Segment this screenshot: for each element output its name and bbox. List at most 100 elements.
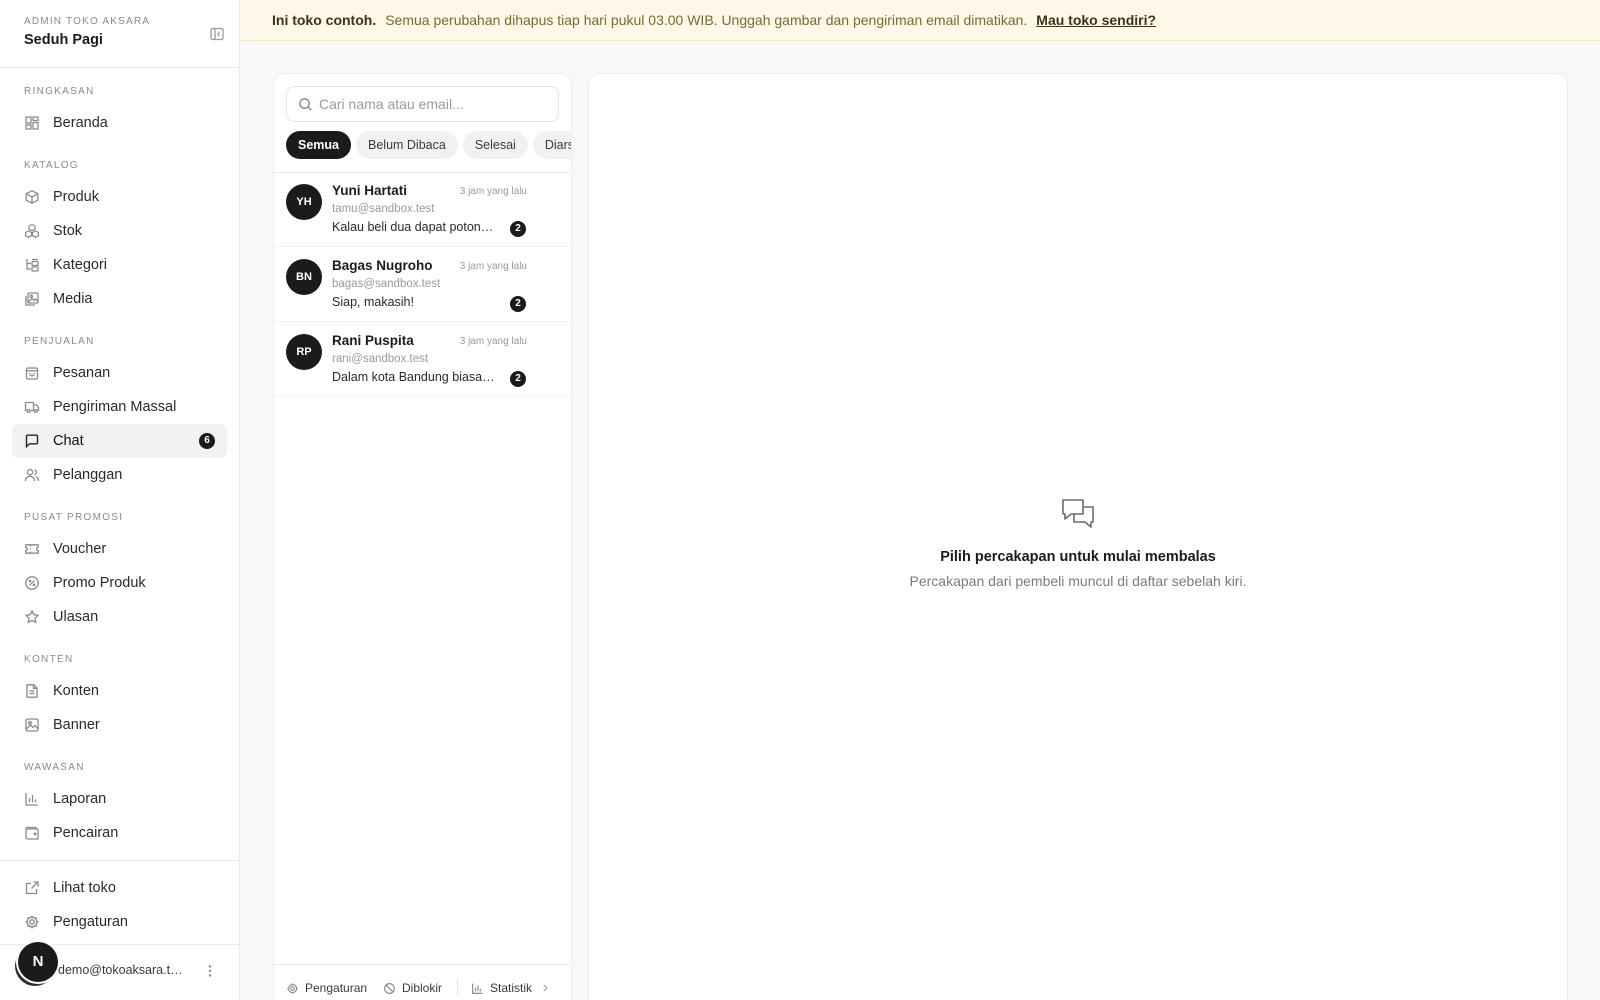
section-wawasan: WAWASAN: [24, 762, 85, 773]
sidebar-item-voucher[interactable]: Voucher: [12, 532, 227, 566]
star-icon: [24, 609, 40, 625]
store-header: ADMIN TOKO AKSARA Seduh Pagi: [0, 0, 239, 68]
user-email: demo@tokoaksara.test: [58, 963, 186, 977]
settings-gear-icon: [286, 982, 299, 995]
section-ringkasan: RINGKASAN: [24, 86, 95, 97]
empty-state-subtitle: Percakapan dari pembeli muncul di daftar…: [909, 573, 1247, 589]
empty-state-title: Pilih percakapan untuk mulai membalas: [940, 549, 1216, 565]
conversation-item[interactable]: RP Rani Puspita 3 jam yang lalu rani@san…: [274, 323, 571, 397]
sidebar-item-label: Laporan: [53, 791, 107, 807]
search-icon: [298, 97, 313, 112]
conversation-avatar: BN: [286, 259, 322, 295]
store-label: ADMIN TOKO AKSARA: [24, 16, 151, 27]
bar-chart-icon: [471, 982, 484, 995]
sidebar-item-label: Lihat toko: [53, 880, 116, 896]
conversation-time: 3 jam yang lalu: [459, 261, 527, 272]
conversation-preview: Dalam kota Bandung biasanya berapa hari?: [332, 370, 500, 384]
sidebar-item-label: Media: [53, 291, 93, 307]
boxes-icon: [24, 223, 40, 239]
chat-bubbles-icon: [1059, 494, 1099, 534]
search-box[interactable]: [286, 86, 559, 122]
sidebar-item-kategori[interactable]: Kategori: [12, 248, 227, 282]
tab-diarsipkan[interactable]: Diarsipkan: [532, 131, 571, 159]
ticket-icon: [24, 541, 40, 557]
file-text-icon: [24, 683, 40, 699]
footer-diblokir-label: Diblokir: [402, 981, 443, 995]
sidebar-item-label: Voucher: [53, 541, 107, 557]
conversation-item[interactable]: BN Bagas Nugroho 3 jam yang lalu bagas@s…: [274, 248, 571, 322]
sidebar-item-label: Ulasan: [53, 609, 99, 625]
section-konten: KONTEN: [24, 654, 74, 665]
banner-cta-link[interactable]: Mau toko sendiri?: [1036, 12, 1156, 28]
sidebar-item-label: Chat: [53, 433, 84, 449]
filter-tabs: SemuaBelum DibacaSelesaiDiarsipkan: [286, 131, 571, 159]
sidebar-item-beranda[interactable]: Beranda: [12, 106, 227, 140]
image-icon: [24, 717, 40, 733]
conversation-time: 3 jam yang lalu: [459, 336, 527, 347]
percent-badge-icon: [24, 575, 40, 591]
sidebar-item-pengaturan[interactable]: Pengaturan: [12, 905, 227, 939]
ban-icon: [383, 982, 396, 995]
sidebar-item-pesanan[interactable]: Pesanan: [12, 356, 227, 390]
tab-selesai[interactable]: Selesai: [462, 131, 528, 159]
sidebar-item-produk[interactable]: Produk: [12, 180, 227, 214]
unread-count-badge: 2: [510, 296, 526, 312]
sidebar-item-label: Produk: [53, 189, 99, 205]
footer-statistik-button[interactable]: Statistik: [471, 981, 550, 995]
bar-chart-icon: [24, 791, 40, 807]
sidebar-item-ulasan[interactable]: Ulasan: [12, 600, 227, 634]
message-square-icon: [24, 433, 40, 449]
settings-gear-icon: [24, 914, 40, 930]
conversation-name: Bagas Nugroho: [332, 258, 433, 273]
sidebar-item-label: Pesanan: [53, 365, 111, 381]
box-icon: [24, 189, 40, 205]
conversation-email: bagas@sandbox.test: [332, 278, 441, 290]
sidebar-item-banner[interactable]: Banner: [12, 708, 227, 742]
footer-pengaturan-button[interactable]: Pengaturan: [286, 981, 367, 995]
sidebar-nav: RINGKASAN Beranda KATALOG Produk Stok Ka…: [0, 68, 239, 850]
sidebar-item-pengiriman-massal[interactable]: Pengiriman Massal: [12, 390, 227, 424]
sidebar-item-promo-produk[interactable]: Promo Produk: [12, 566, 227, 600]
footer-diblokir-button[interactable]: Diblokir: [383, 981, 442, 995]
footer-pengaturan-label: Pengaturan: [305, 981, 368, 995]
sidebar-item-chat[interactable]: Chat 6: [12, 424, 227, 458]
footer-statistik-label: Statistik: [490, 981, 533, 995]
sidebar-item-label: Pengaturan: [53, 914, 128, 930]
demo-store-banner: Ini toko contoh. Semua perubahan dihapus…: [240, 0, 1600, 41]
more-vertical-icon[interactable]: [202, 963, 218, 979]
users-icon: [24, 467, 40, 483]
store-name: Seduh Pagi: [24, 32, 103, 48]
section-katalog: KATALOG: [24, 160, 79, 171]
conversation-time: 3 jam yang lalu: [459, 186, 527, 197]
banner-heading: Ini toko contoh.: [272, 12, 377, 28]
sidebar-item-stok[interactable]: Stok: [12, 214, 227, 248]
sidebar-item-lihat-toko[interactable]: Lihat toko: [12, 871, 227, 905]
chevron-right-icon: [540, 983, 550, 993]
conversation-avatar: YH: [286, 184, 322, 220]
sidebar-item-media[interactable]: Media: [12, 282, 227, 316]
sidebar-item-label: Pengiriman Massal: [53, 399, 177, 415]
sidebar-item-label: Kategori: [53, 257, 108, 273]
sidebar-bottom-links: Lihat toko Pengaturan: [0, 860, 239, 939]
sidebar-item-laporan[interactable]: Laporan: [12, 782, 227, 816]
search-input[interactable]: [319, 87, 549, 121]
conversation-item[interactable]: YH Yuni Hartati 3 jam yang lalu tamu@san…: [274, 173, 571, 247]
tab-semua[interactable]: Semua: [286, 131, 351, 159]
conversation-name: Rani Puspita: [332, 333, 414, 348]
sidebar-collapse-icon[interactable]: [209, 26, 225, 42]
chat-unread-badge: 6: [199, 433, 215, 449]
tab-belum-dibaca[interactable]: Belum Dibaca: [356, 131, 458, 159]
wallet-icon: [24, 825, 40, 841]
sidebar-item-konten[interactable]: Konten: [12, 674, 227, 708]
sidebar-item-pelanggan[interactable]: Pelanggan: [12, 458, 227, 492]
section-pusat-promosi: PUSAT PROMOSI: [24, 512, 124, 523]
sidebar: ADMIN TOKO AKSARA Seduh Pagi RINGKASAN B…: [0, 0, 240, 1000]
user-avatar[interactable]: N: [18, 942, 58, 982]
sidebar-item-pencairan[interactable]: Pencairan: [12, 816, 227, 850]
chat-list-panel: SemuaBelum DibacaSelesaiDiarsipkan YH Yu…: [273, 73, 572, 1000]
sidebar-item-label: Konten: [53, 683, 99, 699]
conversation-email: tamu@sandbox.test: [332, 203, 435, 215]
sidebar-item-label: Pencairan: [53, 825, 119, 841]
conversation-avatar: RP: [286, 334, 322, 370]
conversation-name: Yuni Hartati: [332, 183, 408, 198]
